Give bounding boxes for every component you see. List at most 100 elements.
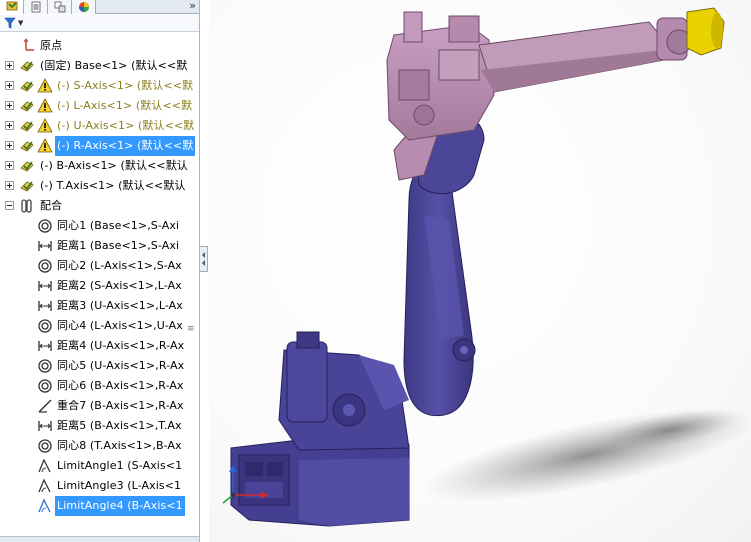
- tree-item-mate[interactable]: LimitAngle1 (S-Axis<1: [0, 456, 186, 476]
- distance-mate-icon: [38, 341, 52, 351]
- arrow-left-icon: [202, 252, 205, 258]
- tree-item-label: (-) S-Axis<1> (默认<<默: [57, 79, 194, 92]
- tree-item-mate[interactable]: LimitAngle3 (L-Axis<1: [0, 476, 186, 496]
- filter-bar: ▼: [0, 15, 199, 32]
- feature-manager-panel: » ▼ 原点 (固定) Base<1> (默认<<默 (-) S-Axis<1>…: [0, 0, 200, 542]
- feature-tree-icon: [6, 1, 17, 11]
- tree-item-label: 距离4 (U-Axis<1>,R-Ax: [57, 339, 185, 352]
- tab-configuration-manager[interactable]: [48, 0, 72, 14]
- concentric-mate-icon: [38, 359, 52, 373]
- tab-display-manager[interactable]: [72, 0, 96, 14]
- robot-base[interactable]: [230, 439, 410, 527]
- tree-item-component[interactable]: (-) L-Axis<1> (默认<<默: [0, 96, 192, 116]
- tree-item-label: 距离2 (S-Axis<1>,L-Ax: [57, 279, 182, 292]
- expand-toggle[interactable]: [5, 61, 14, 70]
- property-sheet-icon: [31, 1, 40, 13]
- expand-toggle[interactable]: [5, 101, 14, 110]
- expand-toggle[interactable]: [5, 141, 14, 150]
- tree-item-label: 重合7 (B-Axis<1>,R-Ax: [57, 399, 184, 412]
- tab-overflow-button[interactable]: »: [189, 0, 196, 14]
- distance-mate-icon: [38, 421, 52, 431]
- tree-item-label: LimitAngle4 (B-Axis<1: [55, 496, 185, 516]
- panel-bottom-bar: [0, 536, 199, 542]
- tree-item-label: 距离3 (U-Axis<1>,L-Ax: [57, 299, 183, 312]
- part-icon: [20, 141, 34, 152]
- robot-t-axis[interactable]: [686, 7, 725, 56]
- tree-item-component-selected[interactable]: (-) R-Axis<1> (默认<<默: [0, 136, 196, 156]
- coincident-mate-icon: [38, 399, 52, 413]
- filter-button[interactable]: ▼: [4, 16, 30, 30]
- graphics-area[interactable]: [209, 0, 751, 542]
- panel-collapse-handle[interactable]: [200, 246, 208, 272]
- origin-icon: [23, 38, 34, 51]
- part-icon: [20, 121, 34, 132]
- tree-item-mate[interactable]: 同心6 (B-Axis<1>,R-Ax: [0, 376, 186, 396]
- part-icon: [20, 81, 34, 92]
- part-icon: [20, 61, 34, 72]
- distance-mate-icon: [38, 241, 52, 251]
- robot-b-axis[interactable]: [656, 17, 692, 61]
- expand-toggle[interactable]: [5, 81, 14, 90]
- tab-feature-manager[interactable]: [0, 0, 24, 14]
- arrow-left-icon: [202, 260, 205, 266]
- tree-item-mate[interactable]: 同心8 (T.Axis<1>,B-Ax: [0, 436, 186, 456]
- tree-item-component[interactable]: (-) T.Axis<1> (默认<<默认: [0, 176, 186, 196]
- appearance-icon: [78, 2, 89, 12]
- tree-item-label: 同心8 (T.Axis<1>,B-Ax: [57, 439, 182, 452]
- concentric-mate-icon: [38, 259, 52, 273]
- warning-icon: [37, 98, 53, 113]
- tree-item-label: LimitAngle1 (S-Axis<1: [57, 459, 183, 472]
- tree-item-mate[interactable]: 重合7 (B-Axis<1>,R-Ax: [0, 396, 186, 416]
- expand-toggle[interactable]: [5, 181, 14, 190]
- tree-item-component[interactable]: (-) B-Axis<1> (默认<<默认: [0, 156, 188, 176]
- tab-property-manager[interactable]: [24, 0, 48, 14]
- expand-toggle[interactable]: [5, 121, 14, 130]
- tree-item-mate[interactable]: 同心2 (L-Axis<1>,S-Ax: [0, 256, 186, 276]
- tree-item-origin[interactable]: 原点: [0, 36, 186, 56]
- tree-item-label: 距离5 (B-Axis<1>,T.Ax: [57, 419, 182, 432]
- warning-icon: [37, 78, 53, 93]
- robot-r-axis[interactable]: [386, 11, 665, 141]
- tree-item-label: (固定) Base<1> (默认<<默: [40, 59, 188, 72]
- tree-item-mate[interactable]: 距离5 (B-Axis<1>,T.Ax: [0, 416, 186, 436]
- warning-icon: [37, 138, 53, 153]
- limit-angle-mate-icon: [38, 458, 51, 473]
- part-icon: [20, 161, 34, 172]
- tree-item-label: (-) T.Axis<1> (默认<<默认: [40, 179, 186, 192]
- tree-item-mate[interactable]: 距离3 (U-Axis<1>,L-Ax: [0, 296, 186, 316]
- tree-item-mate-selected[interactable]: LimitAngle4 (B-Axis<1: [0, 496, 186, 516]
- chevron-down-icon: ▼: [18, 19, 24, 27]
- tree-item-label: 原点: [40, 39, 63, 52]
- robot-l-axis[interactable]: [403, 155, 476, 417]
- tree-item-mate[interactable]: 同心1 (Base<1>,S-Axi: [0, 216, 186, 236]
- tree-item-label: (-) U-Axis<1> (默认<<默: [57, 119, 195, 132]
- tree-item-mates-folder[interactable]: 配合: [0, 196, 186, 216]
- concentric-mate-icon: [38, 319, 52, 333]
- tree-item-label: 距离1 (Base<1>,S-Axi: [57, 239, 180, 252]
- tree-item-label: 同心1 (Base<1>,S-Axi: [57, 219, 180, 232]
- tree-item-label: 配合: [40, 199, 63, 212]
- expand-toggle[interactable]: [5, 161, 14, 170]
- robot-model[interactable]: [209, 0, 751, 542]
- tree-item-mate[interactable]: 距离1 (Base<1>,S-Axi: [0, 236, 186, 256]
- tree-item-mate[interactable]: 距离2 (S-Axis<1>,L-Ax: [0, 276, 186, 296]
- tree-item-label: 同心2 (L-Axis<1>,S-Ax: [57, 259, 182, 272]
- tree-item-label: 同心4 (L-Axis<1>,U-Ax: [57, 319, 183, 332]
- warning-icon: [37, 118, 53, 133]
- tree-item-component[interactable]: (固定) Base<1> (默认<<默: [0, 56, 188, 76]
- tree-item-mate[interactable]: 距离4 (U-Axis<1>,R-Ax: [0, 336, 186, 356]
- scroll-grip[interactable]: ≡: [187, 322, 196, 336]
- tree-item-label: (-) L-Axis<1> (默认<<默: [57, 99, 193, 112]
- tree-item-component[interactable]: (-) U-Axis<1> (默认<<默: [0, 116, 194, 136]
- tree-item-mate[interactable]: 同心4 (L-Axis<1>,U-Ax: [0, 316, 186, 336]
- concentric-mate-icon: [38, 379, 52, 393]
- concentric-mate-icon: [38, 439, 52, 453]
- tree-item-mate[interactable]: 同心5 (U-Axis<1>,R-Ax: [0, 356, 186, 376]
- tree-item-label: 同心6 (B-Axis<1>,R-Ax: [57, 379, 184, 392]
- tree-item-label: 同心5 (U-Axis<1>,R-Ax: [57, 359, 185, 372]
- manager-tabs: »: [0, 0, 199, 14]
- collapse-toggle[interactable]: [5, 201, 14, 210]
- model-shadow: [422, 407, 751, 503]
- robot-s-axis[interactable]: [278, 331, 410, 451]
- tree-item-component[interactable]: (-) S-Axis<1> (默认<<默: [0, 76, 193, 96]
